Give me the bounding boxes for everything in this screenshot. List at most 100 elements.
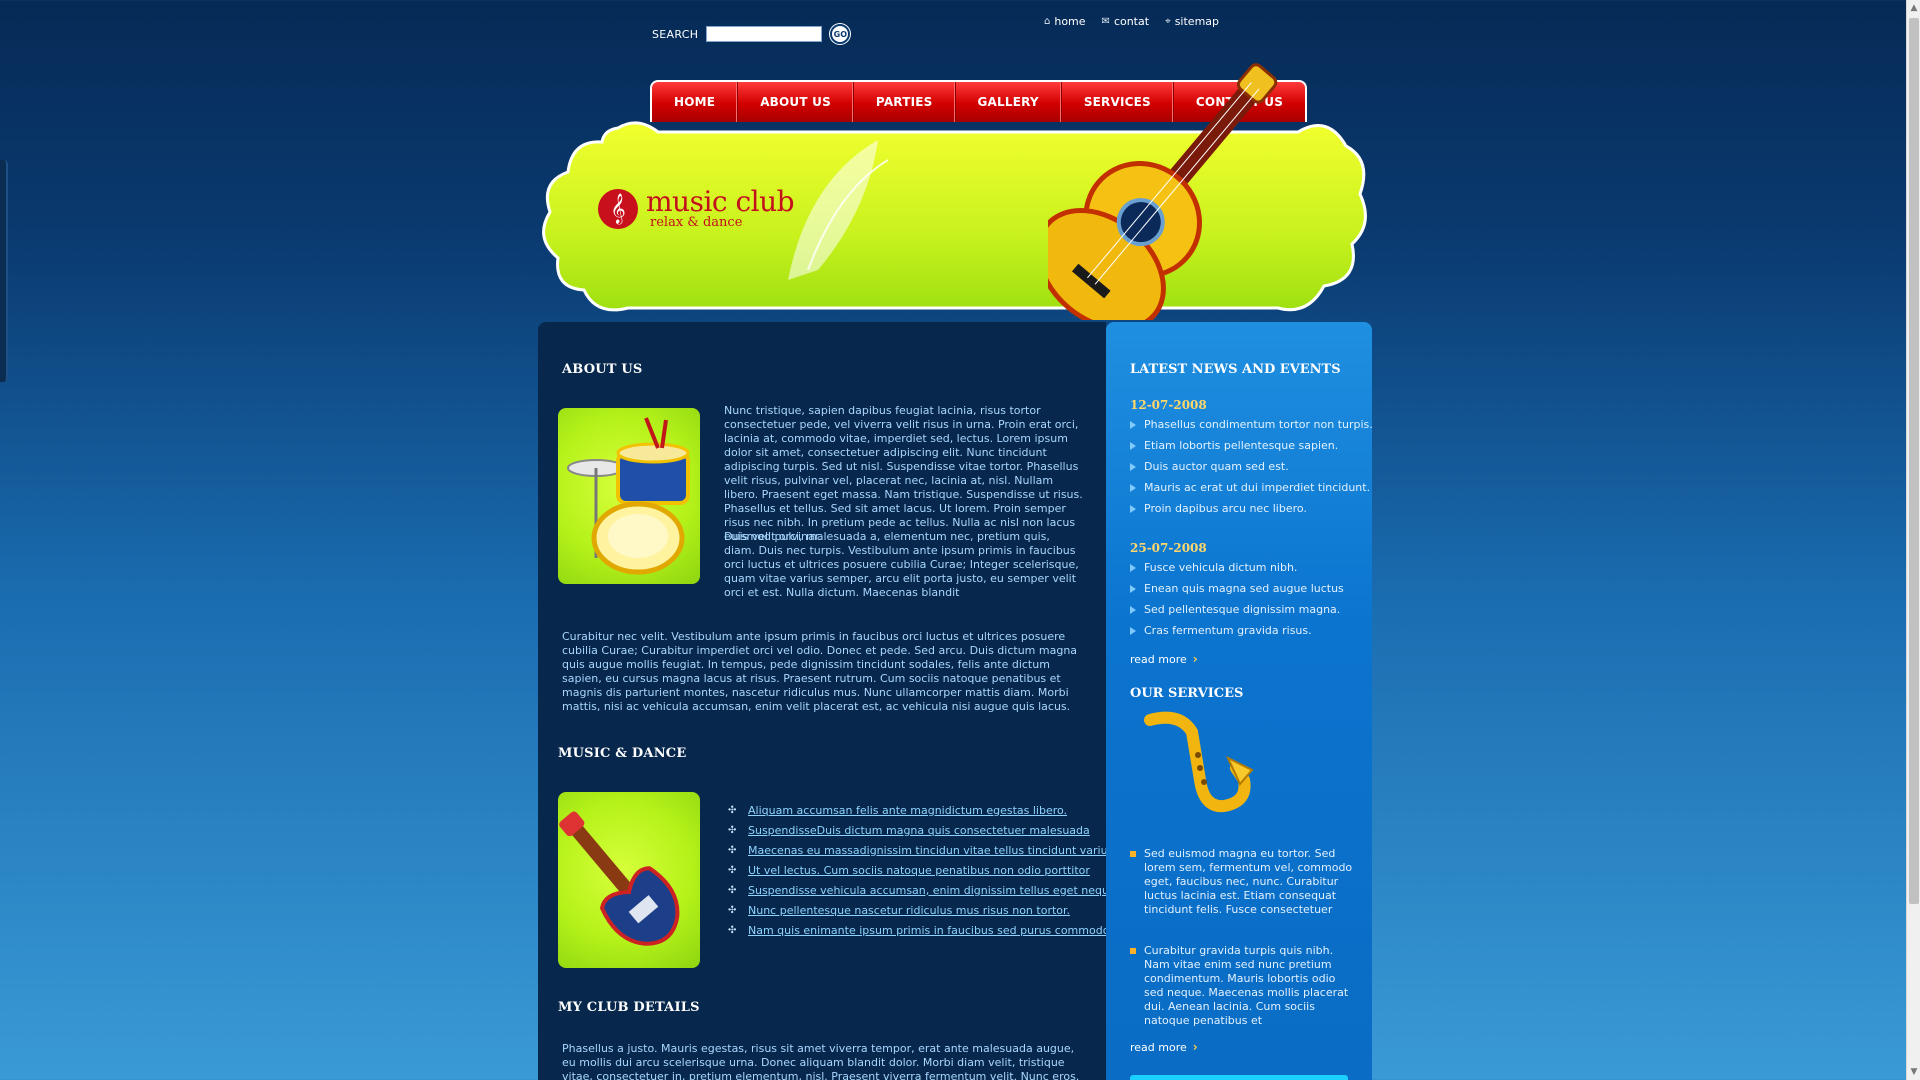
search-label: SEARCH [652,27,699,41]
page-scrollbar[interactable]: ▲ ▼ [1906,0,1920,1080]
service-text: Sed euismod magna eu tortor. Sed lorem s… [1144,847,1353,916]
nav-gallery[interactable]: GALLERY [956,82,1062,122]
list-item: ✣ Nunc pellentesque nascetur ridiculus mu… [728,900,1119,920]
club-title: MY CLUB DETAILS [558,1000,700,1015]
list-item: ✣ Nam quis enimante ipsum primis in fauci… [728,920,1119,940]
news-item[interactable]: Duis auctor quam sed est. [1130,456,1373,477]
news-date: 25-07-2008 [1130,541,1207,555]
arrow-icon [1130,462,1136,471]
guitar-illustration [1048,63,1278,320]
drums-icon [567,417,690,575]
home-icon: ⌂ [1044,16,1051,27]
top-link-label: contat [1113,15,1150,28]
arrow-icon [1130,504,1136,513]
drums-image [558,408,700,584]
scroll-thumb[interactable] [1909,18,1919,904]
news-item[interactable]: Phasellus condimentum tortor non turpis. [1130,414,1373,435]
news-list: Phasellus condimentum tortor non turpis.… [1130,414,1373,519]
bullet-icon: ✣ [728,824,737,836]
service-text: Curabitur gravida turpis quis nibh. Nam … [1144,944,1349,1027]
about-title: ABOUT US [562,362,643,377]
bullet-icon: ✣ [728,804,737,816]
about-paragraph-2: Duis velit orci, malesuada a, elementum … [724,530,1079,599]
about-paragraph-3: Curabitur nec velit. Vestibulum ante ips… [562,630,1078,713]
list-item: ✣ Maecenas eu massadignissim tincidun vit… [728,840,1119,860]
news-title: LATEST NEWS AND EVENTS [1130,362,1341,377]
news-date: 12-07-2008 [1130,398,1207,412]
news-item[interactable]: Mauris ac erat ut dui imperdiet tincidun… [1130,477,1373,498]
top-link-label: sitemap [1174,15,1220,28]
saxophone-icon [1144,711,1254,813]
list-item: ✣ Suspendisse vehicula accumsan, enim dig… [728,880,1119,900]
arrow-icon [1130,483,1136,492]
bullet-icon: ✣ [728,904,737,916]
logo-tagline: relax & dance [650,215,743,230]
arrow-icon [1130,441,1136,450]
arrow-icon [1130,420,1136,429]
music-link[interactable]: Aliquam accumsan felis ante magnidictum … [748,804,1067,817]
read-more-label: read more [1130,652,1187,666]
nav-parties[interactable]: PARTIES [854,82,956,122]
logo-name: music club [646,185,795,218]
nav-about-us[interactable]: ABOUT US [738,82,854,122]
news-item[interactable]: Sed pellentesque dignissim magna. [1130,599,1344,620]
bullet-icon: ✣ [728,844,737,856]
arrow-icon [1130,563,1136,572]
search-go-button[interactable]: GO [830,24,851,44]
list-item: ✣ Aliquam accumsan felis ante magnidictum… [728,800,1119,820]
chevron-right-icon: › [1192,652,1198,666]
news-item[interactable]: Enean quis magna sed augue luctus [1130,578,1344,599]
bullet-icon [1130,851,1136,857]
scroll-down-icon[interactable]: ▼ [1907,1064,1920,1080]
news-item[interactable]: Etiam lobortis pellentesque sapien. [1130,435,1373,456]
search-bar: SEARCH GO [652,24,851,44]
bullet-icon [1130,948,1136,954]
top-link-contact[interactable]: ✉ contat [1102,15,1150,28]
scroll-up-icon[interactable]: ▲ [1907,0,1920,16]
services-read-more-link[interactable]: read more › [1130,1040,1198,1054]
news-list: Fusce vehicula dictum nibh. Enean quis m… [1130,557,1344,641]
nav-home[interactable]: HOME [652,82,739,122]
news-read-more-link[interactable]: read more › [1130,652,1198,666]
service-item: Curabitur gravida turpis quis nibh. Nam … [1130,944,1358,1028]
sitemap-icon: ⌖ [1165,16,1171,27]
music-link[interactable]: SuspendisseDuis dictum magna quis consec… [748,824,1090,837]
news-item[interactable]: Cras fermentum gravida risus. [1130,620,1344,641]
mail-icon: ✉ [1101,16,1110,27]
top-links: ⌂ home ✉ contat ⌖ sitemap [1044,15,1219,28]
music-links-list: ✣ Aliquam accumsan felis ante magnidictum… [728,800,1119,940]
list-item: ✣ Ut vel lectus. Cum sociis natoque penat… [728,860,1119,880]
music-link[interactable]: Suspendisse vehicula accumsan, enim dign… [748,884,1119,897]
site-logo[interactable]: 𝄞 music club relax & dance [598,185,795,230]
news-item[interactable]: Proin dapibus arcu nec libero. [1130,498,1373,519]
music-title: MUSIC & DANCE [558,746,687,761]
music-link[interactable]: Nunc pellentesque nascetur ridiculus mus… [748,904,1070,917]
bullet-icon: ✣ [728,864,737,876]
bullet-icon: ✣ [728,884,737,896]
guitar-image [558,792,700,968]
arrow-icon [1130,584,1136,593]
arrow-icon [1130,626,1136,635]
chevron-right-icon: › [1192,1040,1198,1054]
sidebar-bottom-tab[interactable] [1130,1075,1348,1080]
list-item: ✣ SuspendisseDuis dictum magna quis conse… [728,820,1119,840]
music-link[interactable]: Nam quis enimante ipsum primis in faucib… [748,924,1109,937]
music-link[interactable]: Maecenas eu massadignissim tincidun vita… [748,844,1117,857]
search-input[interactable] [706,26,823,42]
news-item[interactable]: Fusce vehicula dictum nibh. [1130,557,1344,578]
top-link-home[interactable]: ⌂ home [1044,15,1086,28]
top-link-sitemap[interactable]: ⌖ sitemap [1165,15,1219,28]
side-edge-tab[interactable] [0,160,8,382]
page: SEARCH GO ⌂ home ✉ contat ⌖ sitemap HOME… [0,0,1906,1080]
treble-clef-icon: 𝄞 [598,189,638,229]
club-paragraph: Phasellus a justo. Mauris egestas, risus… [562,1042,1080,1080]
service-item: Sed euismod magna eu tortor. Sed lorem s… [1130,847,1358,917]
top-link-label: home [1054,15,1086,28]
electric-guitar-icon [559,811,680,946]
bullet-icon: ✣ [728,924,737,936]
music-link[interactable]: Ut vel lectus. Cum sociis natoque penati… [748,864,1090,877]
services-title: OUR SERVICES [1130,686,1244,701]
arrow-icon [1130,605,1136,614]
header-banner: HOME ABOUT US PARTIES GALLERY SERVICES C… [538,63,1372,320]
read-more-label: read more [1130,1040,1187,1054]
